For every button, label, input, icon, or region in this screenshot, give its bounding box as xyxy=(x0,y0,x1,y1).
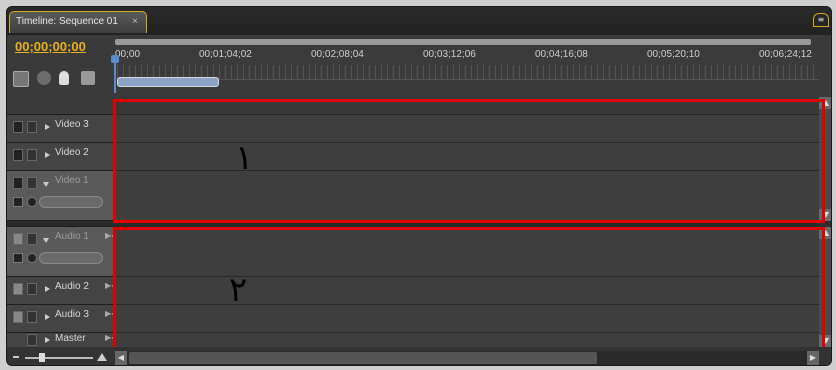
premiere-timeline-screenshot: Timeline: Sequence 01 × ≡ 00;00;00;00 00… xyxy=(0,0,836,370)
scroll-right-icon[interactable]: ▶ xyxy=(807,351,819,365)
video-spacer-header xyxy=(7,97,113,115)
scroll-up-icon[interactable]: ▲ xyxy=(819,97,831,109)
set-marker-icon[interactable] xyxy=(59,71,69,85)
horizontal-scroll-thumb[interactable] xyxy=(129,352,597,364)
collapse-icon[interactable] xyxy=(43,238,49,243)
track-header-video-3[interactable]: Video 3 xyxy=(7,115,113,143)
speaker-icon[interactable] xyxy=(13,283,23,295)
ruler-tick-label: 00;02;08;04 xyxy=(311,49,364,60)
timeline-panel: Timeline: Sequence 01 × ≡ 00;00;00;00 00… xyxy=(6,6,832,366)
keyframe-toggle-icon[interactable] xyxy=(27,253,37,263)
panel-tab-bar: Timeline: Sequence 01 × ≡ xyxy=(7,7,831,35)
ruler-ticks xyxy=(117,65,819,80)
keyframe-toggle-icon[interactable] xyxy=(27,197,37,207)
track-header-video-2[interactable]: Video 2 xyxy=(7,143,113,171)
ruler-tick-label: 00;01;04;02 xyxy=(199,49,252,60)
playhead-line[interactable] xyxy=(114,57,116,93)
track-area-audio-3[interactable] xyxy=(113,305,819,333)
scroll-down-icon[interactable]: ▼ xyxy=(819,335,831,347)
keyframe-nav-control[interactable] xyxy=(39,196,103,208)
marker-icon[interactable] xyxy=(37,71,51,85)
ruler-tick-label: 00;06;24;12 xyxy=(759,49,812,60)
scroll-up-icon[interactable]: ▲ xyxy=(819,227,831,239)
expand-icon[interactable] xyxy=(45,314,50,320)
expand-icon[interactable] xyxy=(45,124,50,130)
horizontal-scrollbar[interactable]: ◀ ▶ xyxy=(115,351,819,365)
track-area-video-2[interactable] xyxy=(113,143,819,171)
waveform-icon[interactable] xyxy=(13,253,23,263)
audio-vertical-scrollbar[interactable]: ▲ ▼ xyxy=(819,227,831,347)
ruler-tick-label: 00;04;16;08 xyxy=(535,49,588,60)
speaker-icon[interactable] xyxy=(13,233,23,245)
eye-icon[interactable] xyxy=(13,149,23,161)
timeline-footer: ◀ ▶ xyxy=(7,347,831,365)
collapse-icon[interactable] xyxy=(43,182,49,187)
track-header-master[interactable]: Master ▶◀ xyxy=(7,333,117,347)
track-area-audio-1[interactable] xyxy=(113,227,819,277)
track-name: Audio 1 xyxy=(55,231,89,242)
zoom-in-icon[interactable] xyxy=(97,353,107,361)
scroll-left-icon[interactable]: ◀ xyxy=(115,351,127,365)
lock-icon[interactable] xyxy=(27,233,37,245)
track-area-video-3[interactable] xyxy=(113,115,819,143)
lock-icon[interactable] xyxy=(27,177,37,189)
track-header-video-1[interactable]: Video 1 xyxy=(7,171,113,221)
timeline-tools xyxy=(13,71,107,89)
zoom-slider[interactable] xyxy=(13,353,109,363)
video-vertical-scrollbar[interactable]: ▲ ▼ xyxy=(819,97,831,221)
expand-icon[interactable] xyxy=(45,152,50,158)
expand-icon[interactable] xyxy=(45,286,50,292)
track-name: Video 3 xyxy=(55,119,89,130)
tab-timeline[interactable]: Timeline: Sequence 01 × xyxy=(9,11,147,33)
lock-icon[interactable] xyxy=(27,121,37,133)
annotation-label-2: ٢ xyxy=(229,270,248,310)
track-area-master[interactable] xyxy=(113,333,819,347)
track-area-video-1[interactable] xyxy=(113,171,819,221)
ruler-tick-label: 00;03;12;06 xyxy=(423,49,476,60)
tracks-area: Video 3 Video 2 Video 1 Audio 1 ▶◀ Audio… xyxy=(7,97,831,351)
track-name: Audio 2 xyxy=(55,281,89,292)
encore-marker-icon[interactable] xyxy=(81,71,95,85)
zoom-track[interactable] xyxy=(25,357,93,359)
track-name: Video 2 xyxy=(55,147,89,158)
speaker-icon[interactable] xyxy=(13,311,23,323)
work-area-bar[interactable] xyxy=(115,39,811,45)
zoom-out-icon[interactable] xyxy=(13,356,19,358)
zoom-thumb[interactable] xyxy=(39,353,45,362)
expand-icon[interactable] xyxy=(45,337,50,343)
lock-icon[interactable] xyxy=(27,283,37,295)
tab-title: Timeline: Sequence 01 xyxy=(16,16,118,27)
snap-icon[interactable] xyxy=(13,71,29,87)
annotation-label-1: ١ xyxy=(235,138,254,178)
track-display-controls xyxy=(13,196,109,209)
track-display-controls xyxy=(13,252,109,265)
panel-menu-icon[interactable]: ≡ xyxy=(813,13,829,27)
track-header-audio-1[interactable]: Audio 1 ▶◀ xyxy=(7,227,117,277)
lock-icon[interactable] xyxy=(27,311,37,323)
time-ruler[interactable]: 00;00 00;01;04;02 00;02;08;04 00;03;12;0… xyxy=(111,39,821,97)
ruler-tick-label: 00;05;20;10 xyxy=(647,49,700,60)
lock-icon[interactable] xyxy=(27,334,37,346)
track-area-audio-2[interactable] xyxy=(113,277,819,305)
timeline-header: 00;00;00;00 00;00 00;01;04;02 00;02;08;0… xyxy=(7,35,831,97)
close-icon[interactable]: × xyxy=(132,16,138,27)
scroll-down-icon[interactable]: ▼ xyxy=(819,209,831,221)
current-time-display[interactable]: 00;00;00;00 xyxy=(15,39,86,54)
keyframe-nav-control[interactable] xyxy=(39,252,103,264)
display-style-icon[interactable] xyxy=(13,197,23,207)
lock-icon[interactable] xyxy=(27,149,37,161)
eye-icon[interactable] xyxy=(13,177,23,189)
eye-icon[interactable] xyxy=(13,121,23,133)
track-header-audio-3[interactable]: Audio 3 ▶◀ xyxy=(7,305,117,333)
track-name: Master xyxy=(55,333,86,344)
video-spacer-area xyxy=(113,97,819,115)
track-header-audio-2[interactable]: Audio 2 ▶◀ xyxy=(7,277,117,305)
track-name: Audio 3 xyxy=(55,309,89,320)
viewing-area-bar[interactable] xyxy=(117,77,219,87)
track-name: Video 1 xyxy=(55,175,89,186)
